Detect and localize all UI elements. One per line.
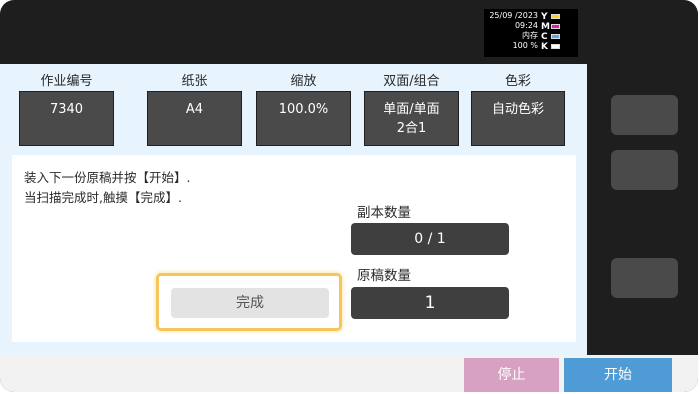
duplex-label: 双面/组合 bbox=[383, 74, 440, 89]
done-button-highlight: 完成 bbox=[156, 273, 342, 331]
duplex-button[interactable]: 单面/单面 2合1 bbox=[364, 91, 459, 146]
side-button-2[interactable] bbox=[611, 150, 678, 190]
status-memory-label: 内存 bbox=[522, 31, 538, 40]
toner-letter-k: K bbox=[541, 42, 548, 52]
toner-letter-c: C bbox=[541, 32, 548, 42]
side-button-3[interactable] bbox=[611, 258, 678, 298]
toner-letters: Y M C K bbox=[541, 12, 550, 52]
originals-value: 1 bbox=[424, 293, 436, 313]
color-value: 自动色彩 bbox=[491, 102, 544, 117]
job-number-label: 作业编号 bbox=[40, 74, 93, 89]
copies-display: 0 / 1 bbox=[351, 223, 509, 255]
originals-label: 原稿数量 bbox=[357, 268, 411, 284]
status-date: 25/09 /2023 bbox=[489, 11, 538, 20]
toner-bars bbox=[551, 14, 560, 54]
zoom-value: 100.0% bbox=[278, 102, 329, 117]
copier-screen: 25/09 /2023 09:24 内存 100 % Y M C K 作业编号 … bbox=[0, 0, 698, 392]
paper-label: 纸张 bbox=[181, 74, 208, 89]
job-number-box: 7340 bbox=[19, 91, 114, 146]
toner-bar-c bbox=[551, 34, 560, 39]
status-time: 09:24 bbox=[514, 21, 538, 30]
color-button[interactable]: 自动色彩 bbox=[471, 91, 565, 146]
copies-label: 副本数量 bbox=[357, 205, 411, 221]
status-text: 25/09 /2023 09:24 内存 100 % bbox=[489, 11, 538, 51]
toner-bar-k bbox=[551, 44, 560, 49]
zoom-button[interactable]: 100.0% bbox=[256, 91, 351, 146]
toner-letter-y: Y bbox=[541, 12, 548, 22]
zoom-label: 缩放 bbox=[290, 74, 317, 89]
duplex-value-line1: 单面/单面 bbox=[383, 102, 440, 117]
paper-button[interactable]: A4 bbox=[147, 91, 242, 146]
toner-letter-m: M bbox=[541, 22, 550, 32]
status-box: 25/09 /2023 09:24 内存 100 % Y M C K bbox=[484, 9, 578, 57]
job-number-value: 7340 bbox=[49, 102, 84, 117]
start-button[interactable]: 开始 bbox=[564, 358, 672, 392]
done-button[interactable]: 完成 bbox=[171, 288, 329, 318]
color-label: 色彩 bbox=[504, 74, 531, 89]
side-button-1[interactable] bbox=[611, 95, 678, 135]
status-memory-value: 100 % bbox=[512, 41, 538, 50]
stop-button[interactable]: 停止 bbox=[464, 358, 559, 392]
duplex-value-line2: 2合1 bbox=[396, 121, 427, 136]
copies-value: 0 / 1 bbox=[414, 231, 446, 247]
originals-display: 1 bbox=[351, 287, 509, 319]
instruction-line-2: 当扫描完成时,触摸【完成】. bbox=[24, 190, 182, 205]
instruction-line-1: 装入下一份原稿并按【开始】. bbox=[24, 170, 191, 185]
toner-bar-y bbox=[551, 14, 560, 19]
paper-value: A4 bbox=[185, 102, 204, 117]
toner-bar-m bbox=[551, 24, 560, 29]
